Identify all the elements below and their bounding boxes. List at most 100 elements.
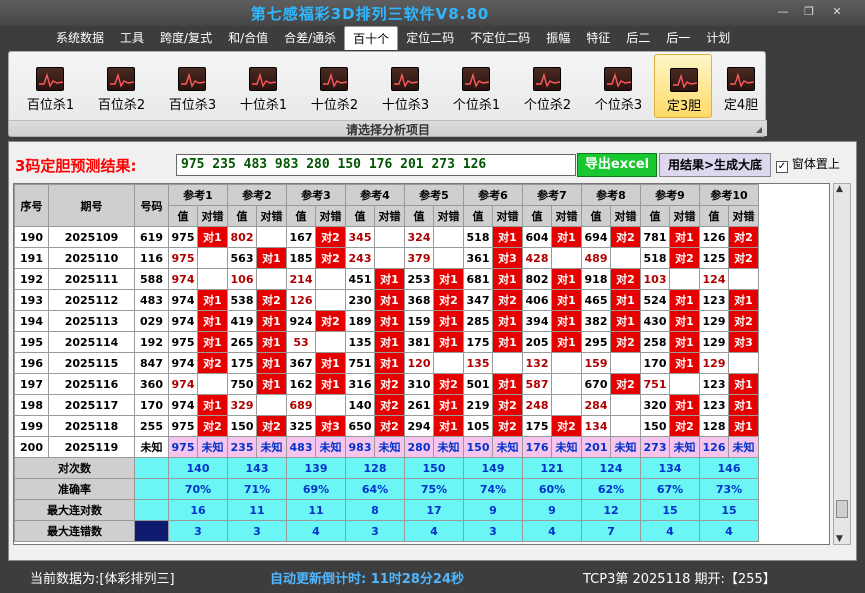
topmost-label: 窗体置上 — [791, 157, 840, 171]
stat-value: 143 — [227, 457, 287, 479]
table-row[interactable]: 190 2025109 619 975 对1 802 167 对2 345 324 518 对1 604… — [14, 226, 759, 248]
stat-row: 准确率 70% 71% 69% 64% 75% 74% 60% 62% 67% 73% — [14, 478, 759, 500]
app-window: 第七感福彩3D排列三软件V8.80 — ❐ ✕ 系统数据 工具 跨度/复式 和/合值合… — [0, 0, 865, 593]
stat-label: 最大连错数 — [14, 520, 135, 542]
menu-item[interactable]: 特征 — [578, 26, 618, 50]
row-seq: 191 — [14, 247, 49, 269]
ribbon-item[interactable]: 定4胆 — [712, 54, 770, 118]
reference-value: 781 — [640, 226, 670, 248]
ribbon-item[interactable]: 个位杀2 — [512, 54, 583, 118]
stat-value: 75% — [404, 478, 464, 500]
hit-cell: 对2 — [315, 226, 346, 248]
table-row[interactable]: 196 2025115 847 974 对2 175 对1 367 对1 751 对1 120 135 1… — [14, 352, 759, 374]
menu-item[interactable]: 不定位二码 — [462, 26, 538, 50]
stat-value: 4 — [404, 520, 464, 542]
scroll-up-icon[interactable]: ▲ — [836, 184, 843, 194]
checkbox-icon[interactable]: ✓ — [776, 161, 788, 173]
reference-value: 150 — [227, 415, 257, 437]
chart-icon — [670, 68, 698, 92]
menu-item[interactable]: 百十个 — [344, 26, 399, 50]
table-row[interactable]: 194 2025113 029 974 对1 419 对1 924 对2 189 对1 159 对1 28… — [14, 310, 759, 332]
prediction-result-field[interactable]: 975 235 483 983 280 150 176 201 273 126 — [176, 154, 576, 176]
scroll-thumb[interactable] — [836, 500, 848, 518]
hit-cell — [315, 289, 346, 311]
stat-value: 74% — [463, 478, 523, 500]
ribbon-item-label: 个位杀1 — [452, 98, 501, 113]
menu-item[interactable]: 合差/通杀 — [276, 26, 344, 50]
table-row[interactable]: 198 2025117 170 974 对1 329 689 140 对2 261 对1 219 对2 2… — [14, 394, 759, 416]
reference-value: 105 — [463, 415, 493, 437]
stat-row: 对次数 140 143 139 128 150 149 121 124 134 146 — [14, 457, 759, 479]
reference-value: 316 — [345, 373, 375, 395]
reference-value: 604 — [522, 226, 552, 248]
hit-cell — [610, 352, 641, 374]
ribbon-item[interactable]: 十位杀3 — [370, 54, 441, 118]
ribbon-item[interactable]: 百位杀2 — [86, 54, 157, 118]
reference-value: 167 — [286, 226, 316, 248]
stat-value: 3 — [227, 520, 287, 542]
menu-item[interactable]: 定位二码 — [398, 26, 462, 50]
expand-icon[interactable]: ◢ — [756, 125, 762, 134]
reference-value: 295 — [581, 331, 611, 353]
hit-cell — [433, 352, 464, 374]
menu-item[interactable]: 工具 — [112, 26, 152, 50]
table-row[interactable]: 199 2025118 255 975 对2 150 对2 325 对3 650 对2 294 对1 10… — [14, 415, 759, 437]
scroll-down-icon[interactable]: ▼ — [836, 534, 843, 544]
hit-cell: 对1 — [492, 331, 523, 353]
menu-item[interactable]: 后二 — [618, 26, 658, 50]
maximize-button[interactable]: ❐ — [796, 4, 822, 20]
menu-item[interactable]: 和/合值 — [220, 26, 276, 50]
table-row[interactable]: 195 2025114 192 975 对1 265 对1 53 135 对1 381 对1 175 对1… — [14, 331, 759, 353]
close-button[interactable]: ✕ — [824, 4, 850, 20]
title-bar: 第七感福彩3D排列三软件V8.80 — ❐ ✕ — [0, 0, 865, 26]
reference-value: 248 — [522, 394, 552, 416]
table-row[interactable]: 192 2025111 588 974 106 214 451 对1 253 对1 681 对1 802… — [14, 268, 759, 290]
hit-cell: 对2 — [492, 289, 523, 311]
hit-cell: 对1 — [492, 226, 523, 248]
ribbon-item[interactable]: 百位杀1 — [15, 54, 86, 118]
ribbon-item[interactable]: 个位杀3 — [583, 54, 654, 118]
ribbon-item[interactable]: 十位杀1 — [228, 54, 299, 118]
reference-value: 379 — [404, 247, 434, 269]
stat-label: 最大连对数 — [14, 499, 135, 521]
ribbon-item[interactable]: 个位杀1 — [441, 54, 512, 118]
reference-value: 120 — [404, 352, 434, 374]
table-row[interactable]: 193 2025112 483 974 对1 538 对2 126 230 对1 368 对2 347 对… — [14, 289, 759, 311]
reference-value: 329 — [227, 394, 257, 416]
menu-item[interactable]: 计划 — [698, 26, 738, 50]
hit-cell: 对1 — [433, 331, 464, 353]
menu-item[interactable]: 后一 — [658, 26, 698, 50]
menu-item[interactable]: 跨度/复式 — [152, 26, 220, 50]
reference-value: 53 — [286, 331, 316, 353]
reference-value: 670 — [581, 373, 611, 395]
pending-status: 未知 — [256, 436, 287, 458]
hit-cell — [669, 268, 700, 290]
reference-value: 159 — [404, 310, 434, 332]
reference-value: 751 — [640, 373, 670, 395]
hit-cell — [433, 226, 464, 248]
reference-value: 428 — [522, 247, 552, 269]
topmost-checkbox[interactable]: ✓ 窗体置上 — [776, 155, 840, 173]
ribbon-item[interactable]: 百位杀3 — [157, 54, 228, 118]
reference-value: 518 — [640, 247, 670, 269]
menu-item[interactable]: 振幅 — [538, 26, 578, 50]
pending-row[interactable]: 200 2025119 未知 975 未知 235 未知 483 未知 983 未知 280 未知 150… — [14, 436, 759, 458]
stat-value: 150 — [404, 457, 464, 479]
chart-icon — [320, 67, 348, 91]
ribbon-item[interactable]: 定3胆 — [654, 54, 712, 118]
ribbon-item[interactable]: 十位杀2 — [299, 54, 370, 118]
hit-cell: 对2 — [374, 415, 405, 437]
minimize-button[interactable]: — — [770, 4, 796, 20]
table-row[interactable]: 197 2025116 360 974 750 对1 162 对1 316 对2 310 对2 501 对… — [14, 373, 759, 395]
row-issue: 2025118 — [48, 415, 135, 437]
stat-spacer — [134, 478, 169, 500]
vertical-scrollbar[interactable]: ▲ ▼ — [833, 183, 851, 545]
hit-cell — [669, 373, 700, 395]
generate-base-button[interactable]: 用结果>生成大底 — [659, 153, 771, 177]
reference-value: 538 — [227, 289, 257, 311]
menu-item[interactable]: 系统数据 — [48, 26, 112, 50]
hit-cell: 对1 — [256, 352, 287, 374]
reference-value: 689 — [286, 394, 316, 416]
export-excel-button[interactable]: 导出excel — [577, 153, 657, 177]
table-row[interactable]: 191 2025110 116 975 563 对1 185 对2 243 379 361 对3 428… — [14, 247, 759, 269]
